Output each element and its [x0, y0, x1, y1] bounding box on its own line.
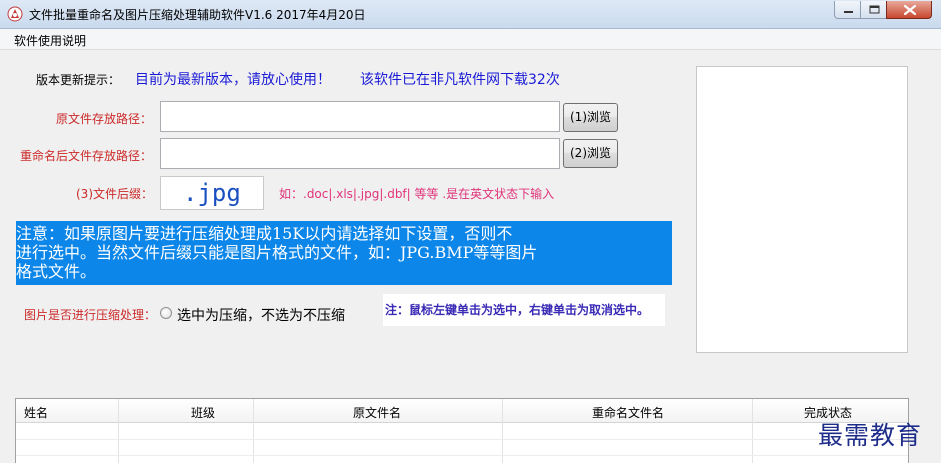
- source-path-input[interactable]: [160, 101, 560, 132]
- row-divider: [16, 455, 908, 456]
- column-divider: [118, 399, 119, 463]
- column-divider: [752, 399, 753, 463]
- results-table[interactable]: 姓名 班级 原文件名 重命名文件名 完成状态: [15, 398, 909, 463]
- main-panel: 版本更新提示： 目前为最新版本，请放心使用！ 该软件已在非凡软件网下载32次 原…: [0, 50, 941, 463]
- column-header-original-file[interactable]: 原文件名: [353, 404, 401, 421]
- column-header-name[interactable]: 姓名: [24, 404, 48, 421]
- image-preview-box: [696, 66, 908, 353]
- app-window: 文件批量重命名及图片压缩处理辅助软件V1.6 2017年4月20日 软件使用说明…: [0, 0, 941, 463]
- row-divider: [16, 439, 908, 440]
- menu-bar: 软件使用说明: [0, 29, 941, 50]
- title-bar[interactable]: 文件批量重命名及图片压缩处理辅助软件V1.6 2017年4月20日: [0, 0, 941, 29]
- column-divider: [502, 399, 503, 463]
- minimize-button[interactable]: [834, 1, 861, 19]
- maximize-button[interactable]: [860, 1, 887, 19]
- compress-radio[interactable]: [160, 307, 172, 319]
- browse-source-button[interactable]: (1)浏览: [563, 103, 618, 132]
- column-header-class[interactable]: 班级: [191, 404, 215, 421]
- notice-line-3: 格式文件。: [16, 262, 97, 281]
- extension-hint: 如：.doc|.xls|.jpg|.dbf| 等等 .是在英文状态下输入: [279, 187, 555, 201]
- mouse-usage-tip: 注：鼠标左键单击为选中，右键单击为取消选中。: [383, 294, 665, 326]
- target-path-label: 重命名后文件存放路径：: [20, 149, 153, 163]
- menu-item-help[interactable]: 软件使用说明: [14, 32, 86, 49]
- notice-line-2: 进行选中。当然文件后缀只能是图片格式的文件，如：JPG.BMP等等图片: [16, 243, 538, 262]
- minimize-icon: [844, 11, 853, 13]
- compression-notice: 注意：如果原图片要进行压缩处理成15K以内请选择如下设置，否则不 进行选中。当然…: [16, 221, 672, 285]
- table-header: 姓名 班级 原文件名 重命名文件名 完成状态: [16, 399, 908, 423]
- column-divider: [253, 399, 254, 463]
- watermark-logo: 最需教育: [818, 421, 923, 450]
- compress-label: 图片是否进行压缩处理：: [24, 308, 157, 322]
- column-header-renamed-file[interactable]: 重命名文件名: [592, 404, 664, 421]
- download-count-message: 该软件已在非凡软件网下载32次: [360, 72, 560, 88]
- app-logo-icon: [7, 6, 23, 22]
- extension-label: (3)文件后缀：: [76, 187, 153, 201]
- update-message: 目前为最新版本，请放心使用！: [135, 72, 331, 88]
- source-path-label: 原文件存放路径：: [56, 112, 153, 126]
- close-button[interactable]: [886, 1, 932, 19]
- update-label: 版本更新提示：: [36, 73, 121, 87]
- close-icon: [903, 4, 917, 16]
- compress-option-label[interactable]: 选中为压缩，不选为不压缩: [177, 305, 345, 325]
- extension-input[interactable]: .jpg: [160, 176, 264, 210]
- maximize-icon: [869, 5, 880, 14]
- browse-target-button[interactable]: (2)浏览: [563, 139, 618, 168]
- window-title: 文件批量重命名及图片压缩处理辅助软件V1.6 2017年4月20日: [29, 8, 366, 22]
- target-path-input[interactable]: [160, 138, 560, 169]
- notice-line-1: 注意：如果原图片要进行压缩处理成15K以内请选择如下设置，否则不: [16, 224, 513, 243]
